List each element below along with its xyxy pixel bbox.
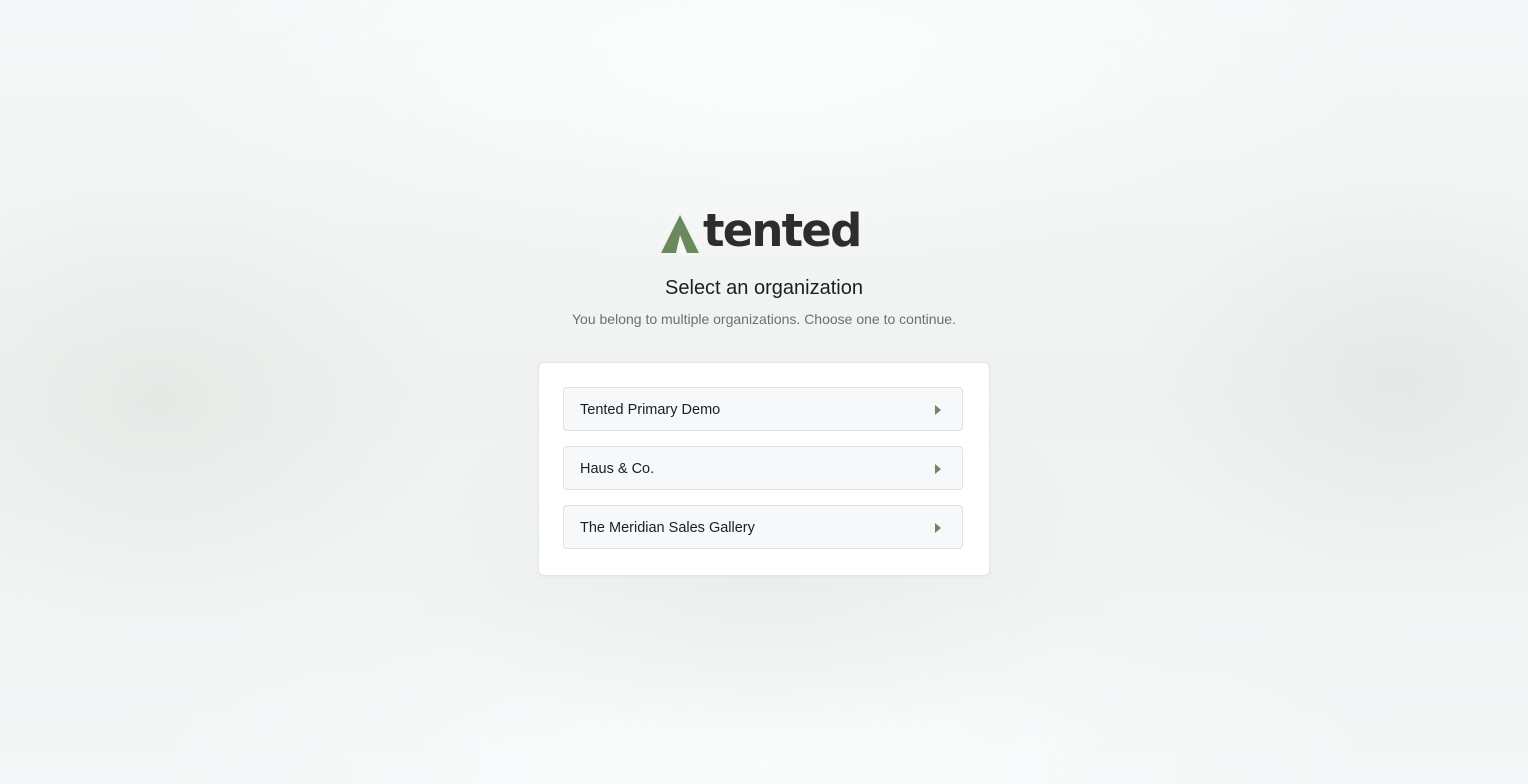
- brand-wordmark: tented: [703, 204, 862, 257]
- organization-list-card: Tented Primary Demo Haus & Co. The Merid…: [538, 362, 990, 576]
- org-item-label: Tented Primary Demo: [580, 402, 721, 418]
- tent-icon: [661, 215, 699, 253]
- brand-logo: tented: [660, 204, 870, 257]
- org-item-tented-primary-demo[interactable]: Tented Primary Demo: [563, 387, 963, 431]
- org-item-haus-and-co[interactable]: Haus & Co.: [563, 446, 963, 490]
- chevron-right-icon: [935, 523, 941, 533]
- org-item-label: The Meridian Sales Gallery: [580, 520, 755, 536]
- org-item-label: Haus & Co.: [580, 461, 655, 477]
- org-select-page: tented Select an organization You belong…: [0, 0, 1528, 784]
- chevron-right-icon: [935, 464, 941, 474]
- chevron-right-icon: [935, 405, 941, 415]
- page-title: Select an organization: [665, 277, 863, 299]
- page-subtitle: You belong to multiple organizations. Ch…: [572, 311, 956, 327]
- org-item-meridian-sales-gallery[interactable]: The Meridian Sales Gallery: [563, 505, 963, 549]
